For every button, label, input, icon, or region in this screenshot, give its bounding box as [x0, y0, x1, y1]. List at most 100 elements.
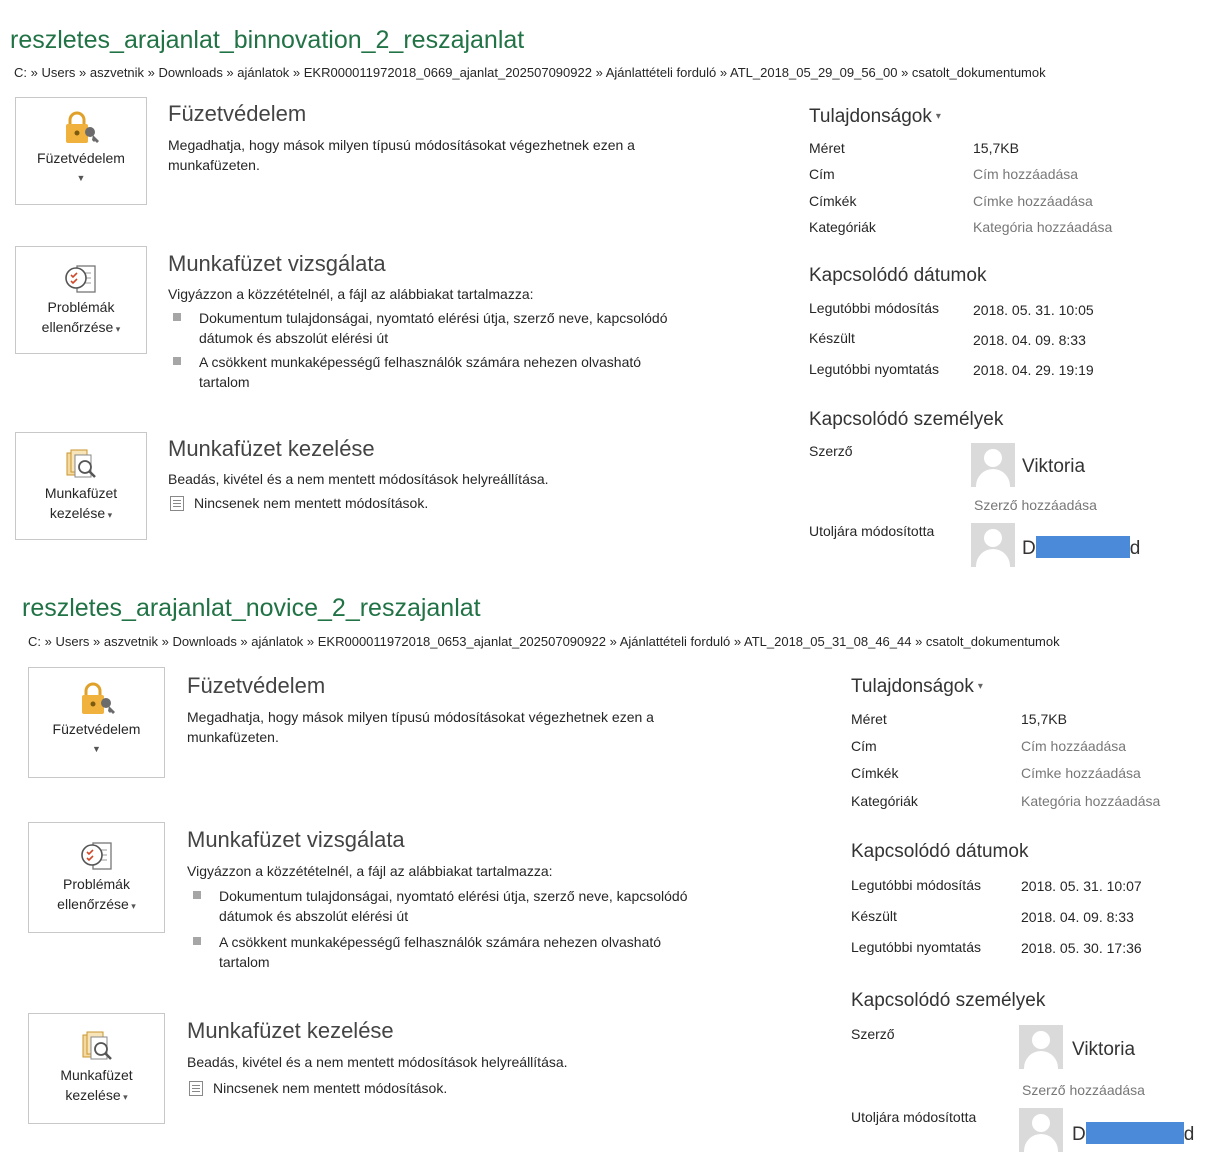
dropdown-caret-icon: ▾: [977, 681, 983, 692]
info-panel-2: reszletes_arajanlat_novice_2_reszajanlat…: [0, 580, 1209, 1152]
inspect-bullet: Dokumentum tulajdonságai, nyomtató eléré…: [173, 308, 713, 348]
add-tags-field[interactable]: Címke hozzáadása: [973, 193, 1093, 209]
protect-tile-label: Füzetvédelem: [52, 721, 141, 737]
manage-label-2: kezelése: [49, 505, 106, 521]
no-unsaved-note: Nincsenek nem mentett módosítások.: [170, 495, 428, 511]
lock-key-icon: [66, 111, 99, 143]
modified-by-label: Utoljára módosította: [809, 523, 935, 539]
prop-label: Méret: [851, 711, 887, 727]
inspect-bullet-text: Dokumentum tulajdonságai, nyomtató eléré…: [219, 888, 688, 924]
manage-description: Beadás, kivétel és a nem mentett módosít…: [187, 1054, 568, 1070]
info-panel-1: reszletes_arajanlat_binnovation_2_reszaj…: [0, 0, 1209, 580]
manage-workbook-button[interactable]: Munkafüzet kezelése ▾: [28, 1013, 165, 1124]
chevron-down-icon: ▾: [128, 901, 136, 911]
protect-heading: Füzetvédelem: [187, 673, 326, 698]
modified-by-name[interactable]: Dd: [1022, 536, 1140, 560]
prop-label: Cím: [809, 166, 835, 182]
date-value: 2018. 04. 29. 19:19: [973, 362, 1094, 378]
breadcrumb[interactable]: C: » Users » aszvetnik » Downloads » ajá…: [14, 65, 1046, 80]
manage-workbook-button[interactable]: Munkafüzet kezelése ▾: [15, 432, 147, 540]
date-value: 2018. 04. 09. 8:33: [1021, 909, 1134, 925]
author-label: Szerző: [851, 1026, 895, 1042]
manage-label-row: kezelése ▾: [16, 503, 146, 525]
author-name[interactable]: Viktoria: [1022, 456, 1085, 478]
avatar: [1019, 1025, 1063, 1069]
document-icon: [189, 1081, 203, 1096]
manage-label-2: kezelése: [65, 1087, 121, 1103]
breadcrumb[interactable]: C: » Users » aszvetnik » Downloads » ajá…: [28, 634, 1060, 649]
author-label: Szerző: [809, 443, 853, 459]
prop-label: Méret: [809, 140, 845, 156]
properties-heading[interactable]: Tulajdonságok ▾: [809, 106, 941, 128]
manage-label-row: kezelése ▾: [29, 1085, 164, 1107]
dates-heading: Kapcsolódó dátumok: [809, 265, 987, 286]
manage-label-1: Munkafüzet: [60, 1067, 133, 1083]
manage-workbook-icon: [82, 1031, 112, 1060]
date-label: Készült: [809, 330, 855, 346]
protect-description: Megadhatja, hogy mások milyen típusú mód…: [187, 709, 654, 745]
add-category-field[interactable]: Kategória hozzáadása: [973, 219, 1112, 235]
chevron-down-icon: ▼: [76, 173, 86, 183]
protect-workbook-button[interactable]: Füzetvédelem ▼: [28, 667, 165, 778]
add-author-field[interactable]: Szerző hozzáadása: [974, 497, 1097, 513]
redaction-block: [1035, 536, 1130, 558]
author-name[interactable]: Viktoria: [1072, 1039, 1135, 1061]
inspect-heading: Munkafüzet vizsgálata: [168, 251, 386, 276]
check-issues-label-2: ellenőrzése: [41, 319, 114, 335]
date-value: 2018. 05. 30. 17:36: [1021, 940, 1142, 956]
add-category-field[interactable]: Kategória hozzáadása: [1021, 793, 1160, 809]
bullet-icon: [173, 357, 181, 365]
check-issues-label-row: ellenőrzése ▾: [29, 894, 164, 916]
check-issues-label-1: Problémák: [47, 299, 115, 315]
add-tags-field[interactable]: Címke hozzáadása: [1021, 765, 1141, 781]
protect-tile-label: Füzetvédelem: [37, 150, 125, 166]
modified-by-name[interactable]: Dd: [1072, 1122, 1194, 1146]
properties-heading-text: Tulajdonságok: [809, 106, 932, 127]
people-heading: Kapcsolódó személyek: [851, 990, 1046, 1011]
inspect-bullet: Dokumentum tulajdonságai, nyomtató eléré…: [193, 886, 753, 926]
protect-heading: Füzetvédelem: [168, 101, 307, 126]
check-issues-label-row: ellenőrzése ▾: [16, 317, 146, 339]
prop-size-value: 15,7KB: [1021, 711, 1067, 727]
redaction-block: [1085, 1122, 1184, 1144]
modified-name-end: d: [1129, 538, 1141, 559]
lock-key-icon: [81, 682, 115, 714]
manage-workbook-icon: [66, 449, 96, 478]
chevron-down-icon: ▾: [105, 510, 113, 520]
protect-workbook-button[interactable]: Füzetvédelem ▼: [15, 97, 147, 205]
bullet-icon: [193, 891, 201, 899]
document-icon: [170, 496, 184, 511]
properties-heading[interactable]: Tulajdonságok ▾: [851, 676, 983, 698]
add-title-field[interactable]: Cím hozzáadása: [973, 166, 1078, 182]
bullet-icon: [193, 937, 201, 945]
dropdown-caret-icon: ▾: [935, 111, 941, 122]
inspect-checklist-icon: [80, 842, 112, 870]
workbook-title: reszletes_arajanlat_binnovation_2_reszaj…: [10, 26, 525, 54]
check-issues-label-1: Problémák: [63, 876, 130, 892]
manage-label-1: Munkafüzet: [44, 485, 118, 501]
add-title-field[interactable]: Cím hozzáadása: [1021, 738, 1126, 754]
manage-heading: Munkafüzet kezelése: [187, 1018, 394, 1043]
prop-label: Kategóriák: [809, 219, 876, 235]
add-author-field[interactable]: Szerző hozzáadása: [1022, 1082, 1145, 1098]
check-issues-button[interactable]: Problémák ellenőrzése ▾: [28, 822, 165, 933]
inspect-bullet: A csökkent munkaképességű felhasználók s…: [193, 932, 753, 972]
manage-description: Beadás, kivétel és a nem mentett módosít…: [168, 471, 549, 487]
no-unsaved-text: Nincsenek nem mentett módosítások.: [213, 1080, 448, 1096]
inspect-bullet-text: A csökkent munkaképességű felhasználók s…: [219, 934, 662, 970]
chevron-down-icon: ▾: [120, 1092, 128, 1102]
date-label: Legutóbbi nyomtatás: [851, 939, 981, 955]
prop-label: Címkék: [851, 765, 899, 781]
protect-description: Megadhatja, hogy mások milyen típusú mód…: [168, 137, 635, 173]
date-value: 2018. 04. 09. 8:33: [973, 332, 1086, 348]
modified-name-end: d: [1183, 1124, 1195, 1145]
workbook-title: reszletes_arajanlat_novice_2_reszajanlat: [22, 594, 481, 622]
check-issues-button[interactable]: Problémák ellenőrzése ▾: [15, 246, 147, 354]
avatar: [971, 443, 1015, 487]
inspect-bullet-text: A csökkent munkaképességű felhasználók s…: [199, 354, 642, 390]
date-value: 2018. 05. 31. 10:07: [1021, 878, 1142, 894]
no-unsaved-note: Nincsenek nem mentett módosítások.: [189, 1080, 447, 1096]
date-label: Készült: [851, 908, 897, 924]
inspect-bullet-text: Dokumentum tulajdonságai, nyomtató eléré…: [199, 310, 668, 346]
people-heading: Kapcsolódó személyek: [809, 409, 1004, 430]
